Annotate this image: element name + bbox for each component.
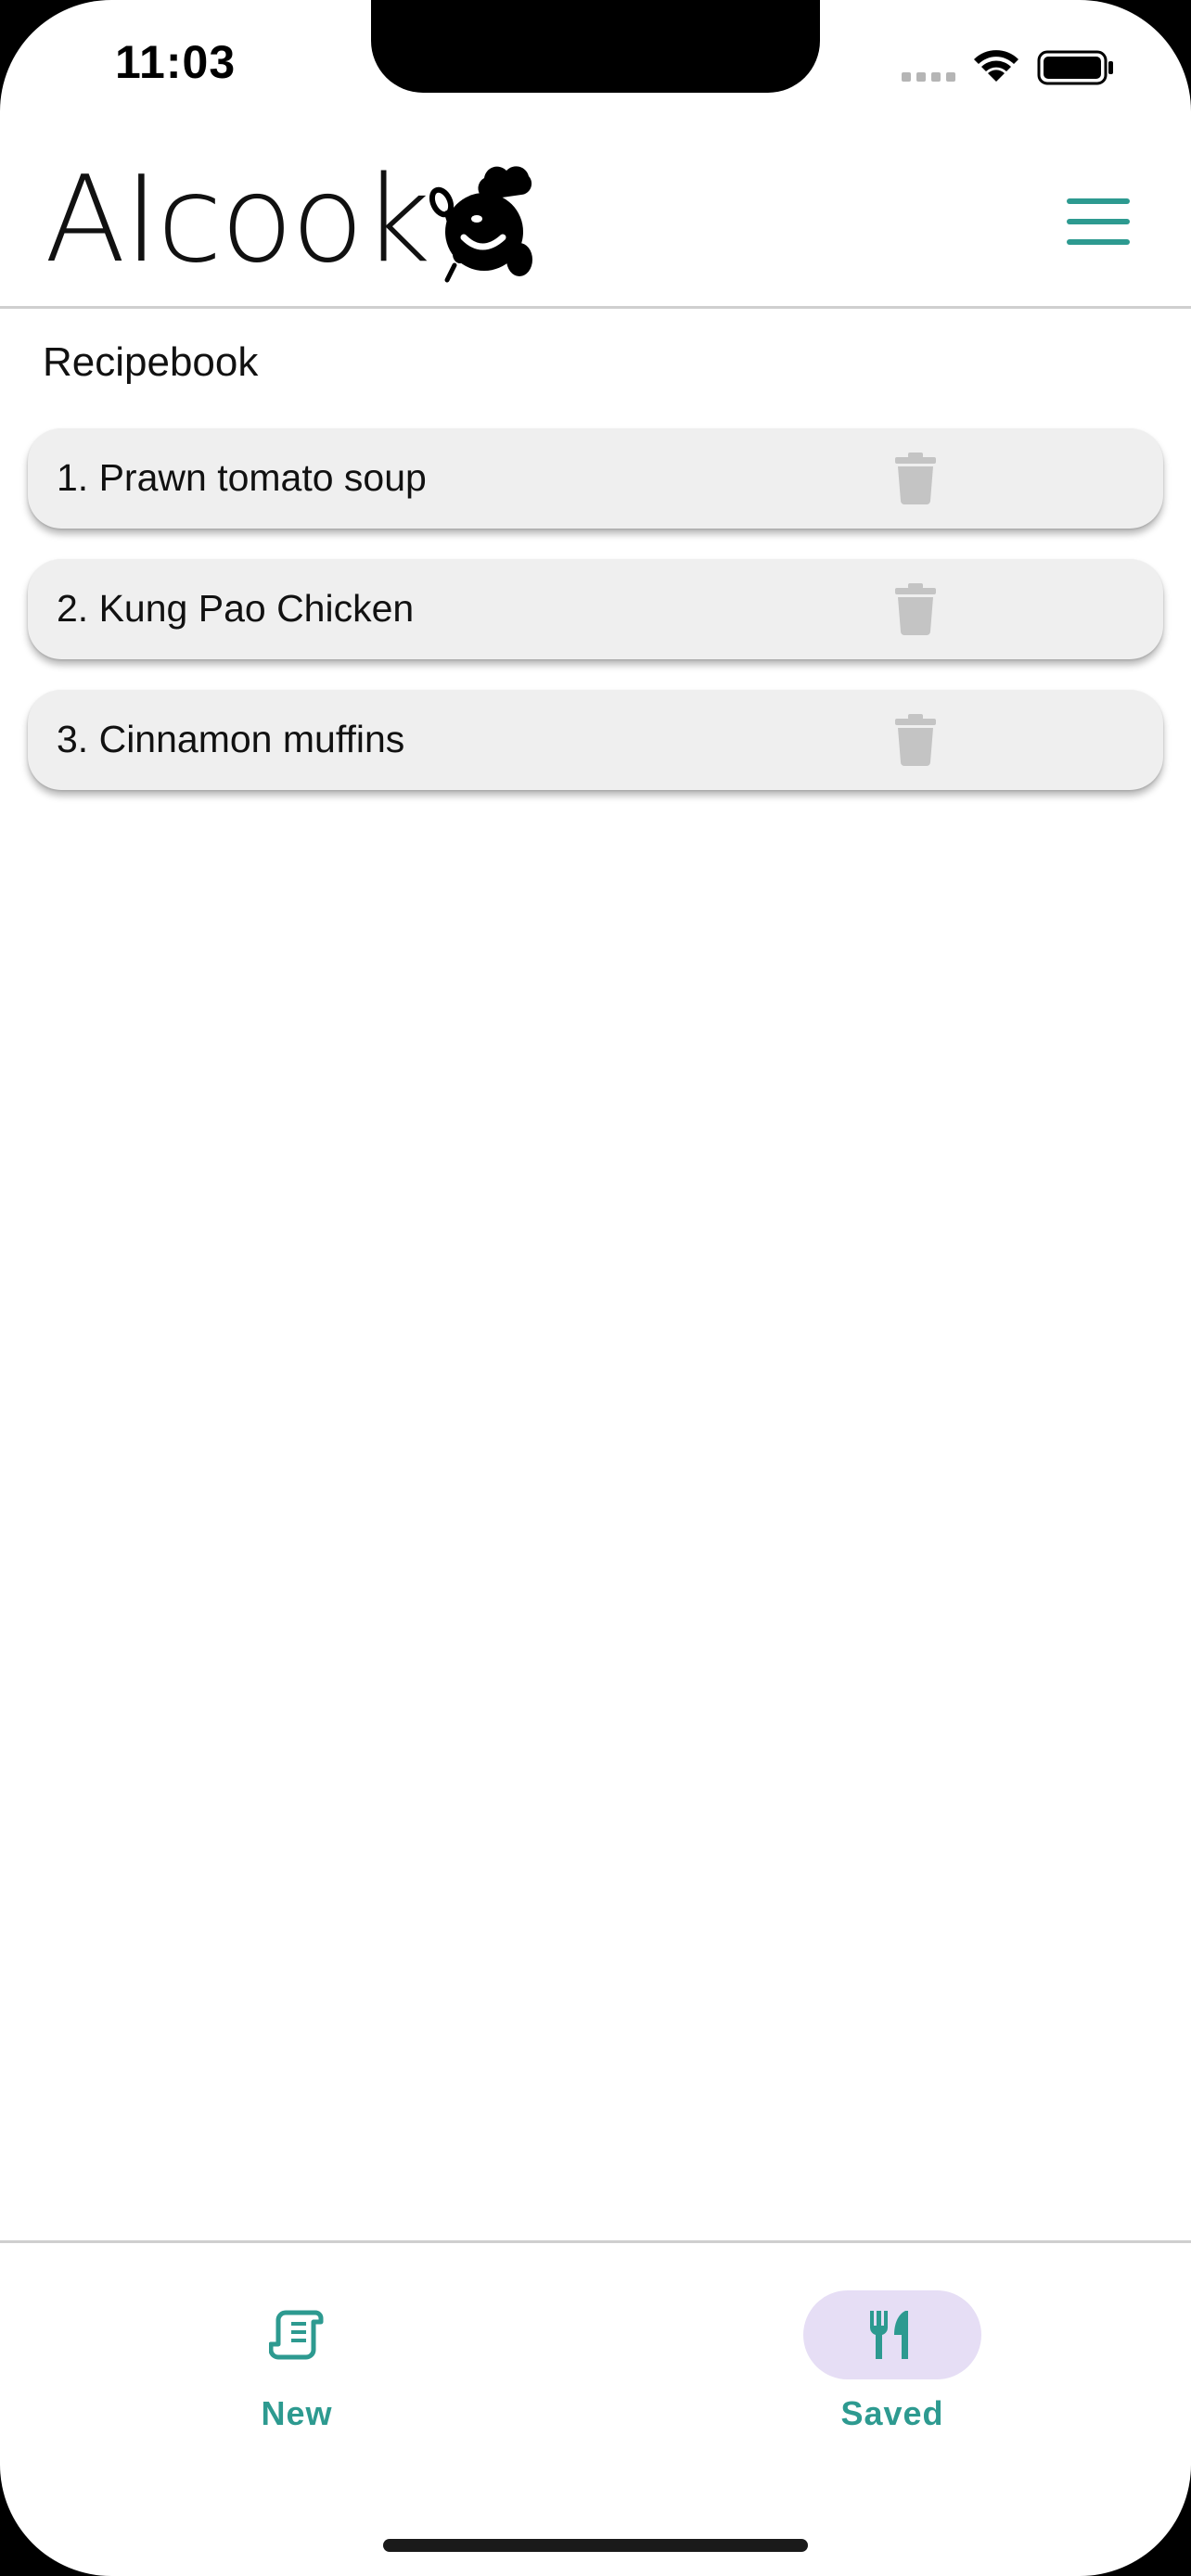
recipe-label: 3. Cinnamon muffins <box>57 718 405 760</box>
app-header: AIcook <box>0 139 1191 306</box>
recipe-label: 1. Prawn tomato soup <box>57 456 427 499</box>
nav-new-label: New <box>261 2394 333 2432</box>
trash-icon[interactable] <box>894 714 937 766</box>
chef-mascot-icon <box>429 166 532 283</box>
header-divider <box>0 306 1191 309</box>
section-title: Recipebook <box>43 339 259 385</box>
recipe-item[interactable]: 2. Kung Pao Chicken <box>28 559 1163 659</box>
battery-icon <box>1037 50 1113 85</box>
wifi-icon <box>974 50 1018 82</box>
trash-icon[interactable] <box>894 453 937 504</box>
recipe-list: 1. Prawn tomato soup 2. Kung Pao Chicken… <box>28 428 1163 821</box>
home-indicator[interactable] <box>383 2539 808 2552</box>
app-logo-text: AIcook <box>45 151 430 289</box>
recipe-scroll-icon <box>269 2310 324 2360</box>
recipe-item[interactable]: 1. Prawn tomato soup <box>28 428 1163 529</box>
hamburger-menu-icon[interactable] <box>1057 182 1139 263</box>
bottom-nav-divider <box>0 2240 1191 2243</box>
device-frame: 11:03 AIcook Recipebook 1. Prawn tomato … <box>0 0 1191 2576</box>
nav-saved-button[interactable]: Saved <box>800 2290 985 2439</box>
recipe-item[interactable]: 3. Cinnamon muffins <box>28 690 1163 790</box>
fork-knife-icon <box>869 2311 908 2359</box>
nav-saved-label: Saved <box>840 2394 944 2432</box>
nav-new-button[interactable]: New <box>204 2290 390 2439</box>
notch <box>371 0 820 93</box>
app-screen: 11:03 AIcook Recipebook 1. Prawn tomato … <box>0 0 1191 2576</box>
status-icons <box>902 50 1113 85</box>
trash-icon[interactable] <box>894 583 937 635</box>
status-time: 11:03 <box>115 36 237 88</box>
cellular-signal-icon <box>902 72 955 82</box>
recipe-label: 2. Kung Pao Chicken <box>57 587 415 630</box>
